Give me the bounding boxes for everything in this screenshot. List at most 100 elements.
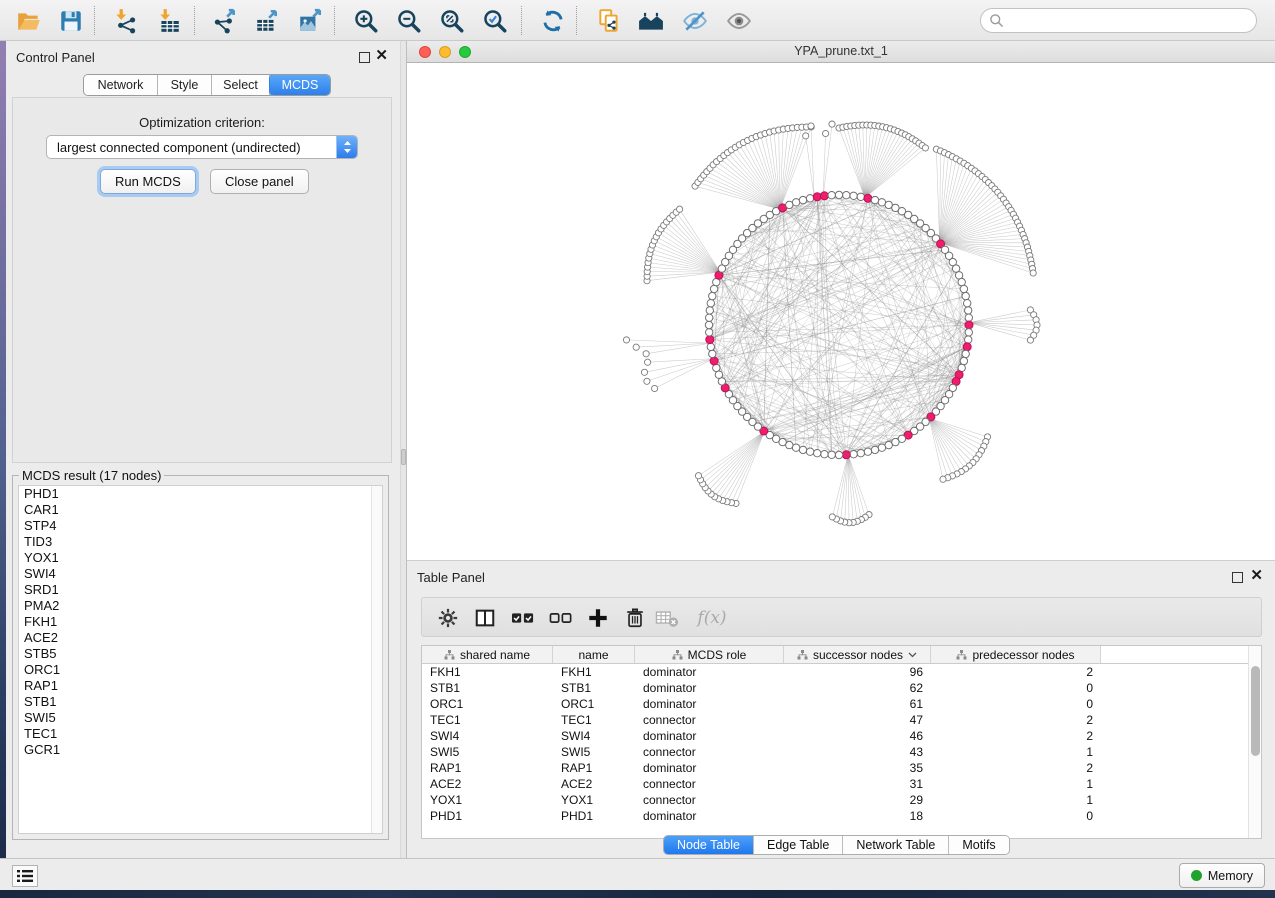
table-scrollbar[interactable] [1248, 646, 1261, 838]
mcds-result-item[interactable]: TEC1 [19, 726, 382, 742]
table-row[interactable]: STB1STB1dominator620 [422, 680, 1261, 696]
close-panel-icon[interactable]: ✕ [1250, 566, 1263, 586]
mcds-result-item[interactable]: SRD1 [19, 582, 382, 598]
tab-motifs[interactable]: Motifs [949, 836, 1008, 854]
table-cell: ORC1 [553, 696, 635, 712]
search-field[interactable] [980, 8, 1257, 33]
function-builder-icon[interactable]: f(x) [690, 605, 734, 631]
column-header-predecessor-nodes[interactable]: predecessor nodes [931, 646, 1101, 663]
mcds-result-item[interactable]: CAR1 [19, 502, 382, 518]
panel-splitter[interactable] [400, 41, 407, 858]
export-network-icon[interactable] [206, 4, 244, 37]
tab-edge-table[interactable]: Edge Table [754, 836, 843, 854]
float-panel-icon[interactable] [1232, 572, 1243, 583]
mcds-result-item[interactable]: STP4 [19, 518, 382, 534]
import-network-icon[interactable] [106, 4, 144, 37]
mcds-result-item[interactable]: YOX1 [19, 550, 382, 566]
table-cell: PHD1 [422, 808, 553, 824]
tab-mcds[interactable]: MCDS [270, 75, 330, 95]
export-image-icon[interactable] [291, 4, 329, 37]
select-all-icon[interactable] [509, 605, 537, 631]
scrollbar-thumb[interactable] [1251, 666, 1260, 756]
mcds-result-item[interactable]: ORC1 [19, 662, 382, 678]
column-header-mcds-role[interactable]: MCDS role [635, 646, 784, 663]
mcds-result-item[interactable]: STB1 [19, 694, 382, 710]
refresh-icon[interactable] [534, 4, 572, 37]
table-cell: ORC1 [422, 696, 553, 712]
mcds-result-item[interactable]: RAP1 [19, 678, 382, 694]
table-row[interactable]: ORC1ORC1dominator610 [422, 696, 1261, 712]
table-cell: 96 [784, 664, 931, 680]
memory-button[interactable]: Memory [1179, 863, 1265, 888]
mcds-result-item[interactable]: TID3 [19, 534, 382, 550]
tab-select[interactable]: Select [212, 75, 270, 95]
table-row[interactable]: RAP1RAP1dominator352 [422, 760, 1261, 776]
table-row[interactable]: PHD1PHD1dominator180 [422, 808, 1261, 824]
delete-table-icon[interactable] [653, 605, 681, 631]
mcds-result-item[interactable]: STB5 [19, 646, 382, 662]
mcds-result-item[interactable]: GCR1 [19, 742, 382, 758]
table-row[interactable]: YOX1YOX1connector291 [422, 792, 1261, 808]
table-body: FKH1FKH1dominator962STB1STB1dominator620… [422, 664, 1261, 824]
export-table-icon[interactable] [248, 4, 286, 37]
column-header-name[interactable]: name [553, 646, 635, 663]
tab-network[interactable]: Network [84, 75, 158, 95]
tab-network-table[interactable]: Network Table [843, 836, 949, 854]
mcds-result-item[interactable]: PMA2 [19, 598, 382, 614]
show-all-icon[interactable] [720, 4, 758, 37]
add-column-icon[interactable] [584, 605, 612, 631]
mcds-result-item[interactable]: SWI5 [19, 710, 382, 726]
network-graph[interactable] [407, 63, 1275, 560]
table-row[interactable]: TEC1TEC1connector472 [422, 712, 1261, 728]
table-row[interactable]: SWI4SWI4dominator462 [422, 728, 1261, 744]
table-cell: 0 [931, 808, 1101, 824]
close-panel-button[interactable]: Close panel [210, 169, 309, 194]
network-window-titlebar[interactable]: YPA_prune.txt_1 [407, 41, 1275, 63]
zoom-in-icon[interactable] [347, 4, 385, 37]
first-neighbors-icon[interactable] [632, 4, 670, 37]
mcds-result-item[interactable]: SWI4 [19, 566, 382, 582]
tab-node-table[interactable]: Node Table [664, 836, 754, 854]
table-row[interactable]: FKH1FKH1dominator962 [422, 664, 1261, 680]
hide-selected-icon[interactable] [676, 4, 714, 37]
copy-share-icon[interactable] [590, 4, 628, 37]
float-panel-icon[interactable] [359, 52, 370, 63]
task-history-button[interactable] [12, 865, 38, 887]
save-session-icon[interactable] [52, 4, 90, 37]
column-header-shared-name[interactable]: shared name [422, 646, 553, 663]
table-cell: 1 [931, 776, 1101, 792]
table-settings-gear-icon[interactable] [434, 605, 462, 631]
desktop-wallpaper-bottom [0, 890, 1275, 898]
main-toolbar [0, 0, 1275, 41]
table-cell: dominator [635, 696, 784, 712]
zoom-out-icon[interactable] [390, 4, 428, 37]
table-cell: TEC1 [553, 712, 635, 728]
table-row[interactable]: SWI5SWI5connector431 [422, 744, 1261, 760]
table-toolbar: f(x) [421, 597, 1262, 637]
table-row[interactable]: ACE2ACE2connector311 [422, 776, 1261, 792]
run-mcds-button[interactable]: Run MCDS [100, 169, 196, 194]
splitter-grip-icon[interactable] [401, 449, 406, 465]
column-type-icon [444, 650, 455, 660]
table-cell: 31 [784, 776, 931, 792]
mcds-result-item[interactable]: PHD1 [19, 486, 382, 502]
column-header-successor-nodes[interactable]: successor nodes [784, 646, 931, 663]
zoom-fit-icon[interactable] [433, 4, 471, 37]
table-cell: YOX1 [422, 792, 553, 808]
close-panel-icon[interactable]: ✕ [375, 46, 388, 66]
mcds-list-scrollbar[interactable] [371, 486, 382, 833]
show-columns-icon[interactable] [471, 605, 499, 631]
table-cell: dominator [635, 808, 784, 824]
mcds-result-item[interactable]: FKH1 [19, 614, 382, 630]
open-file-icon[interactable] [10, 4, 48, 37]
search-input[interactable] [1009, 13, 1248, 28]
zoom-selected-icon[interactable] [476, 4, 514, 37]
optimization-criterion-select[interactable]: largest connected component (undirected) [46, 135, 358, 159]
mcds-result-list[interactable]: PHD1CAR1STP4TID3YOX1SWI4SRD1PMA2FKH1ACE2… [18, 485, 383, 834]
mcds-result-item[interactable]: ACE2 [19, 630, 382, 646]
deselect-all-icon[interactable] [547, 605, 575, 631]
table-cell: SWI4 [553, 728, 635, 744]
import-table-icon[interactable] [150, 4, 188, 37]
tab-style[interactable]: Style [158, 75, 212, 95]
delete-column-trash-icon[interactable] [621, 605, 649, 631]
